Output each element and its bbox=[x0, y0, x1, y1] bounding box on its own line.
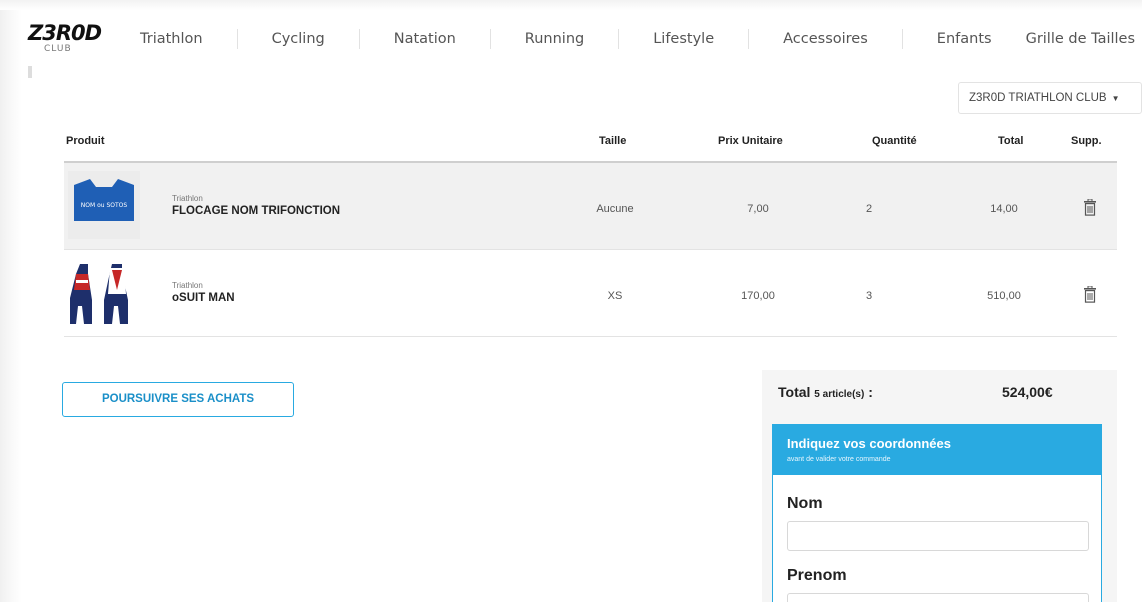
column-header-total: Total bbox=[998, 135, 1024, 147]
unit-price: 7,00 bbox=[747, 203, 769, 215]
quantity-value[interactable]: 3 bbox=[854, 290, 884, 302]
order-summary-panel: Total 5 article(s) : 524,00€ Indiquez vo… bbox=[762, 370, 1117, 602]
page-left-shadow bbox=[0, 0, 22, 602]
logo-wordmark: Z3R0D bbox=[28, 21, 102, 45]
nav-accessoires[interactable]: Accessoires bbox=[783, 31, 868, 47]
last-name-input[interactable] bbox=[787, 521, 1089, 551]
nav-size-chart[interactable]: Grille de Tailles bbox=[1026, 31, 1135, 47]
nav-separator bbox=[236, 29, 238, 49]
product-category: Triathlon bbox=[172, 281, 203, 290]
product-name[interactable]: oSUIT MAN bbox=[172, 292, 235, 304]
quantity-value[interactable]: 2 bbox=[854, 203, 884, 215]
site-logo[interactable]: Z3R0D CLUB bbox=[28, 21, 102, 54]
caret-down-icon: ▼ bbox=[1111, 93, 1120, 103]
nav-running[interactable]: Running bbox=[525, 31, 584, 47]
line-total: 14,00 bbox=[990, 203, 1018, 215]
contact-form-title: Indiquez vos coordonnées bbox=[787, 436, 951, 451]
delete-trash-icon[interactable] bbox=[1083, 286, 1097, 303]
last-name-label: Nom bbox=[787, 495, 823, 512]
page-top-shadow bbox=[0, 0, 1142, 10]
delete-trash-icon[interactable] bbox=[1083, 199, 1097, 216]
cart-row: Triathlon oSUIT MAN XS 170,00 3 510,00 bbox=[64, 250, 1117, 337]
line-total: 510,00 bbox=[987, 290, 1021, 302]
nav-separator bbox=[489, 29, 491, 49]
continue-shopping-button[interactable]: POURSUIVRE SES ACHATS bbox=[62, 382, 294, 417]
product-thumbnail[interactable]: NOM ou SOTOS bbox=[68, 171, 140, 239]
nav-triathlon[interactable]: Triathlon bbox=[140, 31, 203, 47]
nav-lifestyle[interactable]: Lifestyle bbox=[653, 31, 714, 47]
article-count: 5 article(s) bbox=[814, 389, 865, 400]
nav-enfants[interactable]: Enfants bbox=[937, 31, 992, 47]
column-header-unit-price: Prix Unitaire bbox=[718, 135, 783, 147]
main-nav: Triathlon Cycling Natation Running Lifes… bbox=[140, 24, 1135, 54]
nav-separator bbox=[358, 29, 360, 49]
logo-subtitle: CLUB bbox=[44, 44, 72, 54]
total-colon: : bbox=[868, 384, 873, 400]
order-total-value: 524,00€ bbox=[1002, 384, 1053, 400]
page-edge-marker bbox=[28, 66, 32, 78]
cart-row: NOM ou SOTOS Triathlon FLOCAGE NOM TRIFO… bbox=[64, 163, 1117, 250]
unit-price: 170,00 bbox=[741, 290, 775, 302]
thumbnail-print-text: NOM ou SOTOS bbox=[81, 202, 128, 209]
total-label-text: Total bbox=[778, 384, 811, 400]
first-name-label: Prenom bbox=[787, 567, 847, 584]
club-selector-label: Z3R0D TRIATHLON CLUB bbox=[969, 92, 1107, 104]
nav-cycling[interactable]: Cycling bbox=[272, 31, 325, 47]
column-header-delete: Supp. bbox=[1071, 135, 1102, 147]
product-name[interactable]: FLOCAGE NOM TRIFONCTION bbox=[172, 205, 340, 217]
club-selector-dropdown[interactable]: Z3R0D TRIATHLON CLUB ▼ bbox=[958, 82, 1142, 114]
nav-natation[interactable]: Natation bbox=[394, 31, 456, 47]
trisuit-print-image: NOM ou SOTOS bbox=[68, 171, 140, 239]
column-header-quantity: Quantité bbox=[872, 135, 917, 147]
order-total-label: Total 5 article(s) : bbox=[778, 384, 873, 400]
nav-separator bbox=[748, 29, 750, 49]
nav-separator bbox=[618, 29, 620, 49]
first-name-input[interactable] bbox=[787, 593, 1089, 602]
contact-form: Indiquez vos coordonnées avant de valide… bbox=[772, 424, 1102, 602]
nav-separator bbox=[901, 29, 903, 49]
product-thumbnail[interactable] bbox=[68, 260, 140, 328]
contact-form-header: Indiquez vos coordonnées avant de valide… bbox=[773, 425, 1101, 475]
product-size: Aucune bbox=[596, 203, 634, 215]
product-category: Triathlon bbox=[172, 194, 203, 203]
trisuit-image bbox=[68, 260, 140, 328]
column-header-size: Taille bbox=[599, 135, 627, 147]
contact-form-subtitle: avant de valider votre commande bbox=[787, 456, 891, 463]
product-size: XS bbox=[607, 290, 623, 302]
column-header-product: Produit bbox=[66, 135, 105, 147]
